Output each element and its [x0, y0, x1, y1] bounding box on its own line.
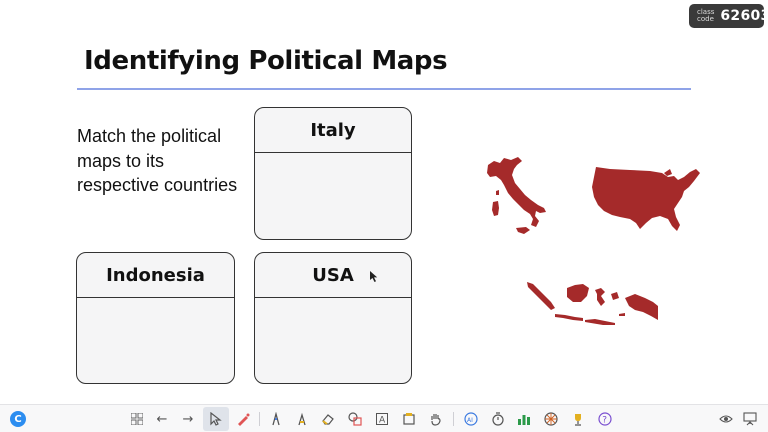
back-arrow-icon[interactable]: ←	[152, 409, 172, 429]
drop-card-indonesia[interactable]: Indonesia	[76, 252, 235, 384]
toolbar-separator	[259, 412, 260, 426]
eye-icon[interactable]	[716, 409, 736, 429]
laser-pen-icon[interactable]	[233, 409, 253, 429]
svg-text:?: ?	[602, 416, 607, 426]
app-logo-icon[interactable]: C	[10, 411, 26, 427]
spinner-wheel-icon[interactable]	[541, 409, 561, 429]
drop-card-italy[interactable]: Italy	[254, 107, 412, 240]
pen-icon[interactable]	[266, 409, 286, 429]
timer-icon[interactable]	[488, 409, 508, 429]
card-label: Italy	[255, 108, 411, 153]
svg-text:A: A	[379, 416, 386, 426]
usa-map-shape[interactable]	[590, 163, 702, 235]
eraser-icon[interactable]	[318, 409, 338, 429]
slide-canvas: Identifying Political Maps Match the pol…	[0, 0, 768, 404]
bottom-toolbar: C ← → A AI ?	[0, 404, 768, 432]
forward-arrow-icon[interactable]: →	[178, 409, 198, 429]
card-label: USA	[255, 253, 411, 298]
page-title: Identifying Political Maps	[84, 46, 448, 76]
pointer-icon[interactable]	[203, 407, 229, 431]
poll-chart-icon[interactable]	[514, 409, 534, 429]
shapes-icon[interactable]	[345, 409, 365, 429]
highlighter-icon[interactable]	[292, 409, 312, 429]
text-icon[interactable]: A	[372, 409, 392, 429]
italy-map-shape[interactable]	[484, 155, 550, 235]
hand-raise-icon[interactable]	[426, 409, 446, 429]
svg-text:AI: AI	[467, 417, 473, 424]
help-icon[interactable]: ?	[595, 409, 615, 429]
grid-icon[interactable]	[127, 409, 147, 429]
instruction-text: Match the political maps to its respecti…	[77, 126, 238, 195]
sticky-note-icon[interactable]	[399, 409, 419, 429]
indonesia-map-shape[interactable]	[525, 280, 659, 328]
class-code-value: 62603	[720, 8, 768, 24]
drop-card-usa[interactable]: USA	[254, 252, 412, 384]
mouse-cursor-icon	[370, 271, 378, 282]
card-label: Indonesia	[77, 253, 234, 298]
presenter-icon[interactable]	[740, 409, 760, 429]
ai-icon[interactable]: AI	[461, 409, 481, 429]
trophy-icon[interactable]	[568, 409, 588, 429]
class-code-label: class code	[697, 8, 715, 23]
title-underline	[77, 88, 691, 90]
class-code-badge: class code 62603	[689, 4, 768, 28]
toolbar-separator	[453, 412, 454, 426]
